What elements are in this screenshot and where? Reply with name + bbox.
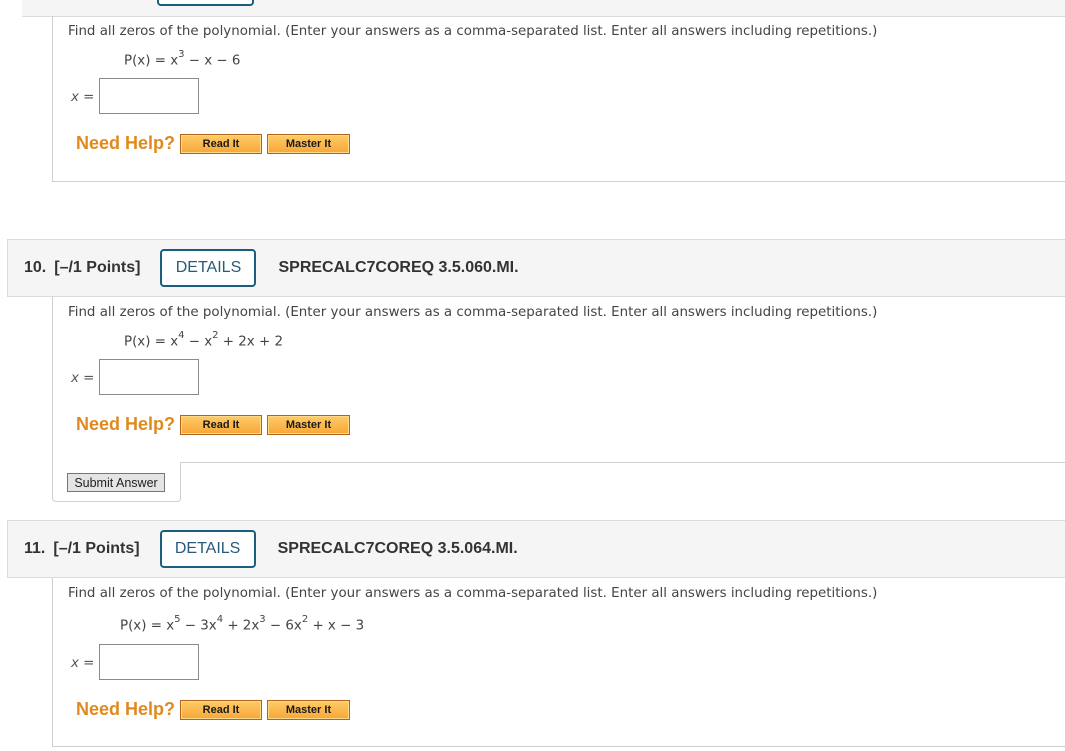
equation-lhs: P(x) = <box>124 334 171 350</box>
polynomial-equation: P(x) = x4 − x2 + 2x + 2 <box>124 330 283 350</box>
submit-area: Submit Answer <box>52 462 181 502</box>
details-button[interactable]: DETAILS <box>160 249 257 287</box>
need-help-label: Need Help? <box>76 699 176 719</box>
equation-lhs: P(x) = <box>120 618 167 634</box>
answer-label: x = <box>71 371 95 386</box>
master-it-button[interactable]: Master It <box>267 700 350 720</box>
equation-lhs: P(x) = <box>124 53 171 69</box>
divider <box>180 462 1065 463</box>
need-help-label: Need Help? <box>76 133 176 153</box>
question-11-header: 11. [–/1 Points] DETAILS SPRECALC7COREQ … <box>7 520 1065 578</box>
question-9-body: Find all zeros of the polynomial. (Enter… <box>52 16 1065 182</box>
question-points: [–/1 Points] <box>54 259 141 276</box>
answer-input[interactable] <box>99 359 199 395</box>
read-it-button[interactable]: Read It <box>180 134 262 154</box>
read-it-button[interactable]: Read It <box>180 415 262 435</box>
question-number: 10. <box>24 259 47 276</box>
previous-details-button[interactable] <box>157 0 254 6</box>
question-prompt: Find all zeros of the polynomial. (Enter… <box>68 586 878 601</box>
answer-label: x = <box>71 656 95 671</box>
answer-input[interactable] <box>99 78 199 114</box>
question-10-body: Find all zeros of the polynomial. (Enter… <box>52 297 1065 463</box>
question-number: 11. <box>24 540 46 557</box>
polynomial-equation: P(x) = x5 − 3x4 + 2x3 − 6x2 + x − 3 <box>120 614 365 634</box>
master-it-button[interactable]: Master It <box>267 134 350 154</box>
polynomial-equation: P(x) = x3 − x − 6 <box>124 49 241 69</box>
webassign-page: Find all zeros of the polynomial. (Enter… <box>0 0 1065 751</box>
need-help-label: Need Help? <box>76 414 176 434</box>
answer-label: x = <box>71 90 95 105</box>
submit-answer-button[interactable]: Submit Answer <box>67 473 165 492</box>
question-code: SPRECALC7COREQ 3.5.064.MI. <box>277 540 518 557</box>
answer-input[interactable] <box>99 644 199 680</box>
question-code: SPRECALC7COREQ 3.5.060.MI. <box>278 259 519 276</box>
question-10-header: 10. [–/1 Points] DETAILS SPRECALC7COREQ … <box>7 239 1065 297</box>
question-points: [–/1 Points] <box>53 540 140 557</box>
question-prompt: Find all zeros of the polynomial. (Enter… <box>68 24 878 39</box>
question-11-body: Find all zeros of the polynomial. (Enter… <box>52 578 1065 747</box>
details-button[interactable]: DETAILS <box>159 530 256 568</box>
master-it-button[interactable]: Master It <box>267 415 350 435</box>
question-prompt: Find all zeros of the polynomial. (Enter… <box>68 305 878 320</box>
read-it-button[interactable]: Read It <box>180 700 262 720</box>
